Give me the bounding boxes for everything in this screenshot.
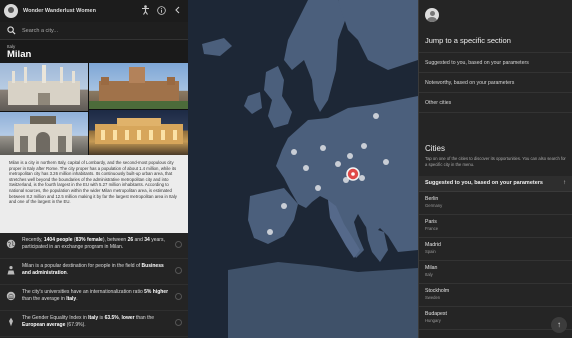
fact-internationalization[interactable]: The city's universities have an internat…: [0, 285, 188, 311]
jump-section-title: Jump to a specific section: [419, 30, 572, 53]
cities-description: Tap on one of the cities to discover its…: [425, 156, 566, 167]
globe-icon: [6, 239, 16, 249]
app-header: Wonder Wanderlust Women: [0, 0, 188, 22]
search-input[interactable]: [22, 27, 172, 34]
city-list-country: France: [425, 226, 439, 231]
city-list-item[interactable]: Madrid Spain: [419, 238, 572, 261]
city-list-country: Italy: [425, 272, 433, 277]
city-search-bar[interactable]: [0, 22, 188, 40]
panel-header: [419, 0, 572, 30]
city-list-item[interactable]: Milan Italy: [419, 261, 572, 284]
jump-item-suggested[interactable]: Suggested to you, based on your paramete…: [419, 53, 572, 73]
city-list-country: Sweden: [425, 295, 441, 300]
europe-map[interactable]: [188, 0, 418, 338]
gender-icon: [9, 317, 13, 327]
city-detail-panel: Wonder Wanderlust Women Italy Milan: [0, 0, 188, 338]
fact-exchange-participants[interactable]: Recently, 1404 people (83% female), betw…: [0, 233, 188, 259]
city-navigation-panel: Jump to a specific section Suggested to …: [418, 0, 572, 338]
scroll-to-top-button[interactable]: ↑: [551, 317, 567, 333]
castle-photo[interactable]: [89, 63, 188, 109]
app-logo: [4, 4, 18, 18]
fact-text: The city's universities have an internat…: [22, 289, 169, 302]
city-list-item[interactable]: Berlin Germany: [419, 192, 572, 215]
user-avatar[interactable]: [425, 8, 439, 22]
cities-section: Cities Tap on one of the cities to disco…: [419, 144, 572, 167]
fact-text: Recently, 1404 people (83% female), betw…: [22, 237, 165, 250]
fact-text: The Gender Equality Index in Italy is 63…: [22, 315, 155, 328]
fact-more-indicator[interactable]: [175, 293, 182, 300]
city-facts-list: Recently, 1404 people (83% female), betw…: [0, 233, 188, 337]
arch-photo[interactable]: [0, 112, 88, 155]
collapse-chevron-icon[interactable]: [170, 6, 184, 16]
info-icon[interactable]: [154, 5, 168, 17]
city-list-name: Paris: [425, 219, 437, 225]
fact-more-indicator[interactable]: [175, 241, 182, 248]
map-canvas[interactable]: [188, 0, 418, 338]
suggested-header[interactable]: Suggested to you, based on your paramete…: [419, 176, 572, 192]
fact-more-indicator[interactable]: [175, 319, 182, 326]
city-list-name: Milan: [425, 265, 438, 271]
university-icon: [6, 291, 16, 301]
cities-title: Cities: [425, 144, 446, 153]
city-list-name: Madrid: [425, 242, 441, 248]
jump-item-other-cities[interactable]: Other cities: [419, 93, 572, 113]
fact-gender-equality[interactable]: The Gender Equality Index in Italy is 63…: [0, 311, 188, 337]
city-name: Milan: [7, 49, 32, 60]
app-title: Wonder Wanderlust Women: [23, 8, 96, 14]
fact-more-indicator[interactable]: [175, 267, 182, 274]
fact-popular-field[interactable]: Milan is a popular destination for peopl…: [0, 259, 188, 285]
briefcase-icon: [7, 266, 15, 275]
city-list-name: Stockholm: [425, 288, 450, 294]
cathedral-photo[interactable]: [0, 63, 88, 111]
city-list-item[interactable]: Stockholm Sweden: [419, 284, 572, 307]
city-list-country: Spain: [425, 249, 436, 254]
search-icon: [7, 26, 16, 35]
city-photo-gallery: [0, 63, 188, 155]
city-list-country: Hungary: [425, 318, 441, 323]
arrow-up-icon[interactable]: ↑: [563, 180, 566, 186]
figure-icon[interactable]: [138, 5, 152, 17]
jump-item-noteworthy[interactable]: Noteworthy, based on your parameters: [419, 73, 572, 93]
opera-house-photo[interactable]: [89, 110, 188, 155]
city-header: Italy Milan: [0, 40, 188, 63]
city-list-country: Germany: [425, 203, 443, 208]
city-list-name: Budapest: [425, 311, 447, 317]
city-list-name: Berlin: [425, 196, 439, 202]
suggested-title: Suggested to you, based on your paramete…: [425, 180, 543, 186]
city-list-item[interactable]: Budapest Hungary: [419, 307, 572, 330]
city-list-item[interactable]: Paris France: [419, 215, 572, 238]
fact-text: Milan is a popular destination for peopl…: [22, 263, 164, 276]
city-description: Milan is a city in northern Italy, capit…: [0, 155, 188, 233]
